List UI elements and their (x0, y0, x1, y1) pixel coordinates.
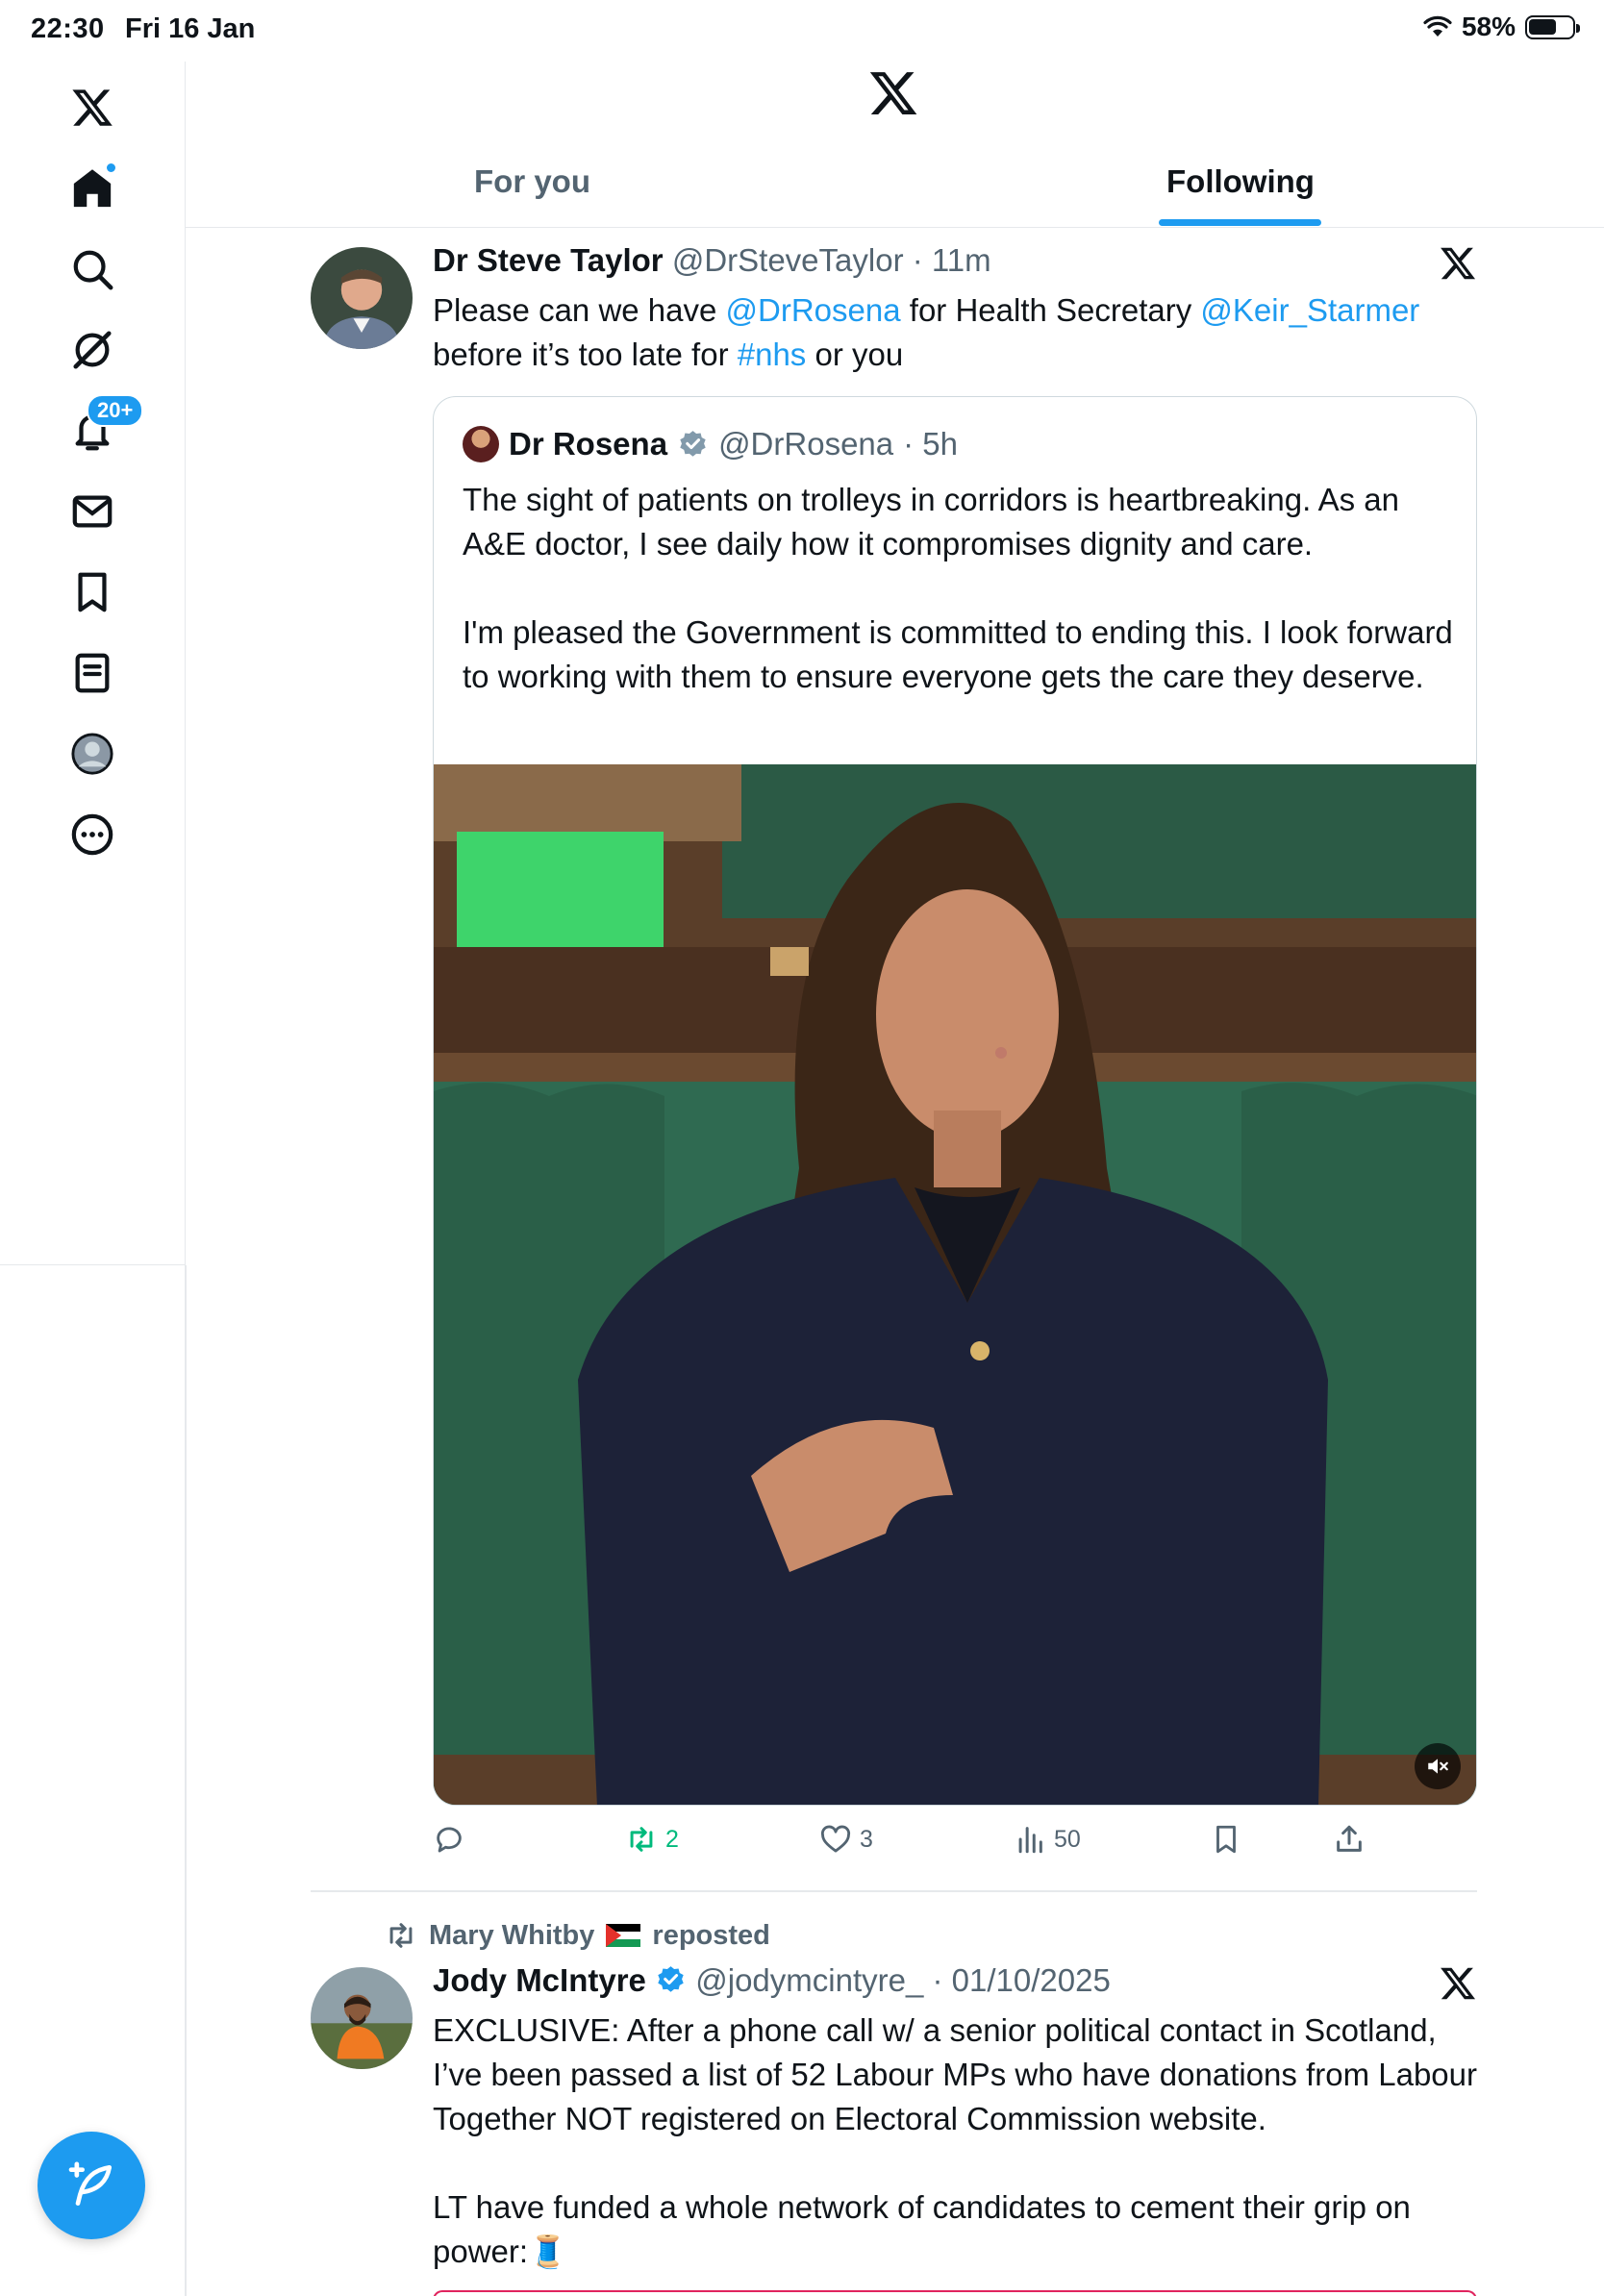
quoted-paragraph: I'm pleased the Government is committed … (463, 614, 1453, 694)
tweet-text: EXCLUSIVE: After a phone call w/ a senio… (433, 2009, 1491, 2274)
speaker-muted-icon (1428, 1759, 1448, 1774)
more-icon (71, 813, 113, 856)
quoted-tweet-card[interactable]: Dr Rosena @DrRosena · 5h The sight of pa… (433, 396, 1477, 1806)
sidebar-item-home[interactable] (62, 158, 123, 219)
repost-icon (389, 1923, 413, 1948)
palestine-flag-icon (606, 1924, 641, 1947)
thread-emoji: 🧵 (528, 2234, 568, 2269)
status-indicators: 58% (1423, 12, 1580, 42)
envelope-icon (72, 495, 113, 528)
quoted-author-handle[interactable]: @DrRosena (718, 426, 893, 462)
avatar[interactable] (311, 247, 413, 349)
verified-badge-icon (658, 1966, 684, 1992)
mention-link[interactable]: @DrRosena (726, 292, 901, 328)
repost-button[interactable]: 2 (625, 1823, 679, 1856)
repost-context[interactable]: Mary Whitby reposted (385, 1919, 770, 1952)
hashtag-link[interactable]: #nhs (738, 337, 807, 372)
author-name[interactable]: Dr Steve Taylor (433, 242, 664, 278)
views-button[interactable]: 50 (1014, 1823, 1081, 1856)
tweet-timestamp[interactable]: · 11m (913, 242, 991, 278)
author-name[interactable]: Jody McIntyre (433, 1962, 646, 1998)
mention-link[interactable]: @Keir_Starmer (1200, 292, 1419, 328)
wifi-icon (1423, 15, 1452, 37)
active-tab-indicator (1159, 219, 1321, 226)
quoted-tweet-header: Dr Rosena @DrRosena · 5h (463, 426, 958, 462)
tweet-text-segment: Please can we have (433, 292, 726, 328)
view-count: 50 (1054, 1825, 1081, 1853)
sidebar-item-explore[interactable] (62, 238, 123, 300)
sidebar-item-more[interactable] (62, 804, 123, 865)
battery-icon (1525, 14, 1580, 39)
like-count: 3 (860, 1825, 873, 1853)
tweet-text-segment: before it’s too late for (433, 337, 738, 372)
tweet-actions: 2 3 50 (433, 1823, 1442, 1865)
battery-percent: 58% (1461, 12, 1516, 41)
compose-post-button[interactable] (38, 2132, 145, 2239)
home-unread-dot (105, 162, 117, 174)
sidebar-item-profile[interactable] (62, 723, 123, 785)
reply-button[interactable] (433, 1823, 465, 1856)
sidebar: 20+ (0, 62, 186, 1265)
author-handle[interactable]: @DrSteveTaylor (672, 242, 904, 278)
tweet-text-segment: or you (806, 337, 904, 372)
status-date: Fri 16 Jan (125, 13, 256, 44)
share-button[interactable] (1333, 1823, 1366, 1856)
video-frame-image (434, 764, 1476, 1805)
tab-following[interactable]: Following (1166, 163, 1315, 200)
sidebar-border (185, 1265, 187, 2296)
quoted-timestamp[interactable]: · 5h (903, 426, 958, 462)
status-time: 22:30 (31, 13, 105, 44)
sidebar-item-grok[interactable] (62, 319, 123, 381)
timeline-header: For you Following (186, 62, 1604, 228)
bookmark-icon (78, 572, 107, 612)
tweet-text-segment: for Health Secretary (900, 292, 1201, 328)
sidebar-item-messages[interactable] (62, 481, 123, 542)
x-logo-icon[interactable] (1439, 1964, 1477, 2003)
avatar-icon (71, 733, 113, 775)
repost-icon (630, 1827, 653, 1852)
x-logo-icon[interactable] (867, 67, 919, 119)
bookmark-icon (1216, 1825, 1236, 1854)
tweet-timestamp[interactable]: · 01/10/2025 (933, 1962, 1111, 1998)
tweet-paragraph: LT have funded a whole network of candid… (433, 2185, 1491, 2274)
quoted-paragraph: The sight of patients on trolleys in cor… (463, 482, 1399, 562)
sidebar-item-bookmarks[interactable] (62, 562, 123, 623)
notifications-badge: 20+ (87, 394, 144, 427)
tweet-header: Dr Steve Taylor @DrSteveTaylor · 11m (433, 242, 991, 279)
video-player[interactable] (434, 764, 1476, 1805)
quoted-tweet-text: The sight of patients on trolleys in cor… (463, 478, 1453, 743)
tweet-paragraph: EXCLUSIVE: After a phone call w/ a senio… (433, 2012, 1478, 2136)
x-logo-icon[interactable] (1439, 244, 1477, 283)
tweet-header: Jody McIntyre @jodymcintyre_ · 01/10/202… (433, 1962, 1111, 1999)
list-icon (75, 653, 110, 693)
repost-count: 2 (665, 1825, 679, 1853)
reply-icon (437, 1827, 462, 1853)
views-icon (1018, 1827, 1042, 1854)
like-button[interactable]: 3 (819, 1823, 873, 1856)
search-icon (73, 250, 113, 290)
x-logo-icon[interactable] (62, 77, 123, 138)
status-bar: 22:30 Fri 16 Jan 58% (0, 0, 1604, 62)
grok-icon (73, 331, 112, 369)
bookmark-button[interactable] (1210, 1823, 1242, 1856)
tweet-text: Please can we have @DrRosena for Health … (433, 288, 1481, 377)
avatar[interactable] (311, 1967, 413, 2069)
sidebar-item-notifications[interactable]: 20+ (62, 394, 144, 462)
author-handle[interactable]: @jodymcintyre_ (695, 1962, 923, 1998)
reposter-name[interactable]: Mary Whitby (429, 1920, 594, 1952)
reposted-label: reposted (652, 1919, 770, 1951)
quoted-author-name[interactable]: Dr Rosena (509, 426, 667, 462)
sidebar-item-lists[interactable] (62, 642, 123, 704)
avatar[interactable] (463, 426, 499, 462)
heart-icon (820, 1825, 851, 1853)
media-preview-edge[interactable] (433, 2290, 1477, 2296)
tweet-divider (311, 1890, 1477, 1892)
verified-badge-icon (680, 430, 706, 457)
mute-toggle-button[interactable] (1415, 1743, 1461, 1789)
feather-plus-icon (68, 2161, 112, 2206)
tweet-text-segment: LT have funded a whole network of candid… (433, 2189, 1411, 2269)
tab-for-you[interactable]: For you (474, 163, 590, 200)
share-icon (1337, 1825, 1362, 1852)
